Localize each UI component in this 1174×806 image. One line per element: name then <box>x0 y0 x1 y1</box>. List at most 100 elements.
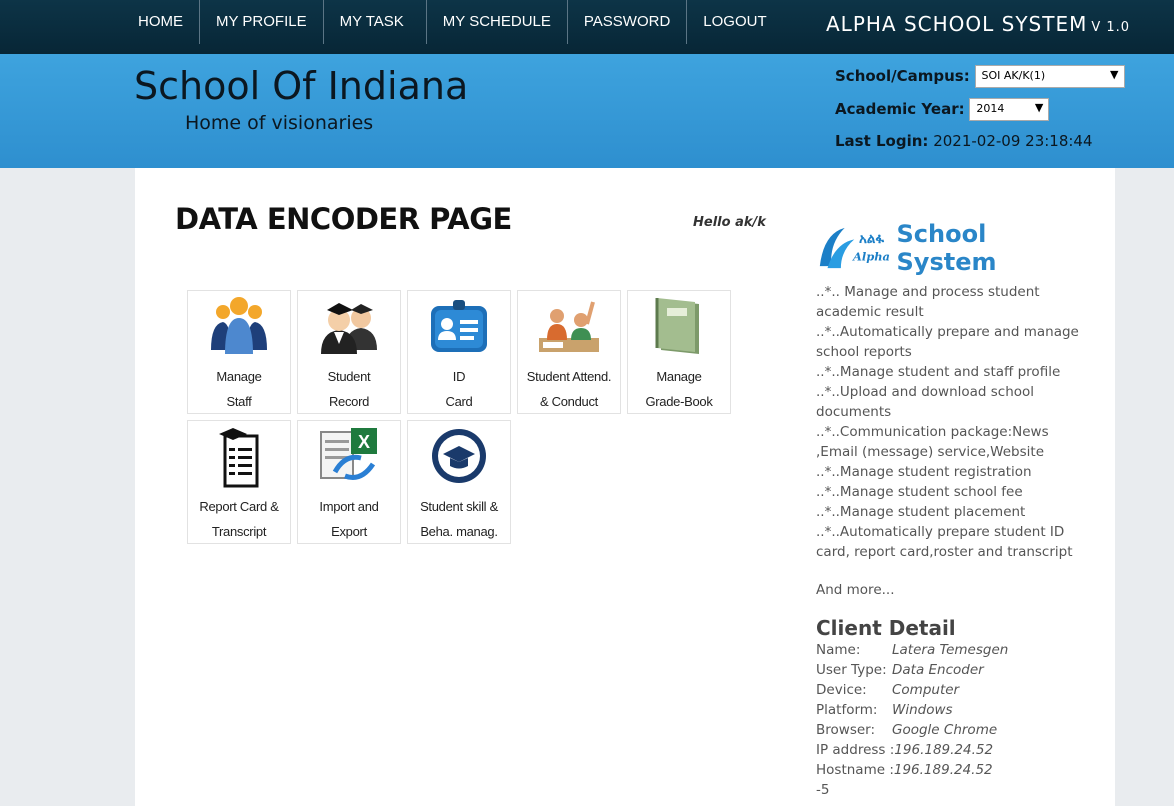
tile-id-card[interactable]: ID Card <box>407 290 511 414</box>
tile-label-line2: Staff <box>226 394 252 409</box>
graduation-cap-icon <box>432 429 486 483</box>
feature-item: ..*..Manage student registration <box>816 464 1032 480</box>
client-detail-value: Latera Temesgen <box>892 642 1009 658</box>
top-nav-bar: HOME MY PROFILE MY TASK MY SCHEDULE PASS… <box>0 0 1174 54</box>
staff-group-icon <box>211 297 267 354</box>
tile-label-line1: ID <box>452 369 466 384</box>
nav-my-profile[interactable]: MY PROFILE <box>200 0 324 44</box>
nav-my-schedule[interactable]: MY SCHEDULE <box>427 0 568 44</box>
feature-item: ..*..Manage student school fee <box>816 484 1023 500</box>
and-more-text: And more... <box>816 582 895 598</box>
client-detail-row: Platform: Windows <box>816 700 1086 720</box>
campus-select-value: SOI AK/K(1) <box>981 69 1046 82</box>
tile-student-record[interactable]: Student Record <box>297 290 401 414</box>
app-version: V 1.0 <box>1091 20 1131 35</box>
chevron-down-icon: ▼ <box>1034 101 1044 114</box>
client-detail-row: Browser: Google Chrome <box>816 720 1086 740</box>
client-detail-key: IP address : <box>816 742 895 758</box>
school-header: School Of Indiana Home of visionaries Sc… <box>0 54 1174 168</box>
client-detail-value: Windows <box>892 702 953 718</box>
client-detail-value: Data Encoder <box>892 662 984 678</box>
report-card-icon <box>219 428 259 488</box>
logo-text-amharic: አልፋ <box>859 232 884 247</box>
alpha-logo: አልፋ Alpha School System <box>816 220 1086 276</box>
tile-label-line2: Transcript <box>211 524 267 539</box>
import-export-icon: X <box>320 428 377 480</box>
nav-logout[interactable]: LOGOUT <box>687 0 782 44</box>
client-detail-value: 196.189.24.52 <box>894 742 994 758</box>
client-detail-key: User Type: <box>816 662 887 678</box>
feature-item: ..*..Upload and download school document… <box>816 384 1035 420</box>
tile-label-line2: Grade-Book <box>645 394 713 409</box>
tile-label-line2: Export <box>331 524 367 539</box>
year-select[interactable]: 2014 ▼ <box>969 98 1050 121</box>
logo-text-alpha: Alpha <box>852 249 890 263</box>
client-detail-row: IP address :196.189.24.52 <box>816 740 1086 760</box>
client-detail-key: Hostname : <box>816 762 894 778</box>
client-detail-row: User Type: Data Encoder <box>816 660 1086 680</box>
classroom-icon <box>539 301 599 352</box>
last-login-row: Last Login: 2021-02-09 23:18:44 <box>835 132 1093 150</box>
campus-label: School/Campus: <box>835 67 970 85</box>
page-title: DATA ENCODER PAGE <box>175 202 512 236</box>
nav-password[interactable]: PASSWORD <box>568 0 688 44</box>
campus-select[interactable]: SOI AK/K(1) ▼ <box>974 65 1125 88</box>
client-detail-value: 196.189.24.52 <box>893 762 993 778</box>
last-login-value: 2021-02-09 23:18:44 <box>933 132 1093 150</box>
graduates-icon <box>321 303 377 354</box>
tile-label-line2: & Conduct <box>539 394 598 409</box>
nav-my-task[interactable]: MY TASK <box>324 0 427 44</box>
tile-label-line1: Import and <box>319 499 379 514</box>
client-detail-row: Name: Latera Temesgen <box>816 640 1086 660</box>
campus-row: School/Campus: SOI AK/K(1) ▼ <box>835 65 1125 88</box>
school-name: School Of Indiana <box>134 64 469 108</box>
feature-item: ..*..Manage student placement <box>816 504 1026 520</box>
year-label: Academic Year: <box>835 100 965 118</box>
school-slogan: Home of visionaries <box>185 112 374 134</box>
tile-label-line1: Manage <box>216 369 262 384</box>
tile-import-export[interactable]: X Import and Export <box>297 420 401 544</box>
client-detail-key: Platform: <box>816 702 878 718</box>
last-login-label: Last Login: <box>835 132 929 150</box>
tile-label-line2: Beha. manag. <box>420 524 498 539</box>
tile-report-card[interactable]: Report Card & Transcript <box>187 420 291 544</box>
client-detail-value: Google Chrome <box>892 722 998 738</box>
main-nav: HOME MY PROFILE MY TASK MY SCHEDULE PASS… <box>122 0 783 44</box>
client-detail-key: Browser: <box>816 722 876 738</box>
tile-manage-gradebook[interactable]: Manage Grade-Book <box>627 290 731 414</box>
feature-list: ..*.. Manage and process student academi… <box>816 282 1086 562</box>
client-detail-key: Device: <box>816 682 867 698</box>
client-detail-trailing: -5 <box>816 782 830 798</box>
feature-item: ..*..Automatically prepare student ID ca… <box>816 524 1073 560</box>
sidebar-title: School System <box>896 220 997 276</box>
client-detail-value: Computer <box>892 682 960 698</box>
sidebar: አልፋ Alpha School System ..*.. Manage and… <box>816 220 1086 800</box>
tile-label-line1: Student <box>327 369 371 384</box>
main-content: DATA ENCODER PAGE Hello ak/k Manage Staf… <box>135 168 1115 806</box>
app-brand-name: ALPHA SCHOOL SYSTEM <box>826 12 1088 36</box>
client-detail-key: Name: <box>816 642 861 658</box>
svg-text:X: X <box>358 432 370 452</box>
alpha-logo-icon: አልፋ Alpha <box>819 227 890 269</box>
tile-student-skill[interactable]: Student skill & Beha. manag. <box>407 420 511 544</box>
gradebook-icon <box>655 298 699 354</box>
year-select-value: 2014 <box>976 102 1005 115</box>
tile-label-line2: Card <box>445 394 473 409</box>
greeting: Hello ak/k <box>693 215 766 230</box>
tile-manage-staff[interactable]: Manage Staff <box>187 290 291 414</box>
feature-item: ..*..Manage student and staff profile <box>816 364 1061 380</box>
nav-home[interactable]: HOME <box>122 0 200 44</box>
feature-item: ..*..Automatically prepare and manage sc… <box>816 324 1079 360</box>
id-card-icon <box>431 300 487 352</box>
client-detail-title: Client Detail <box>816 616 956 640</box>
feature-item: ..*..Communication package:News ,Email (… <box>816 424 1049 460</box>
tile-label-line1: Student Attend. <box>526 369 612 384</box>
client-detail-row: Hostname :196.189.24.52 <box>816 760 1086 780</box>
client-detail-list: Name: Latera Temesgen User Type: Data Enco… <box>816 640 1086 800</box>
app-brand: ALPHA SCHOOL SYSTEM V 1.0 <box>826 12 1130 36</box>
tile-student-attendance[interactable]: Student Attend. & Conduct <box>517 290 621 414</box>
tile-label-line1: Report Card & <box>199 499 279 514</box>
feature-item: ..*.. Manage and process student academi… <box>816 284 1040 320</box>
client-detail-row: Device: Computer <box>816 680 1086 700</box>
chevron-down-icon: ▼ <box>1110 68 1119 81</box>
